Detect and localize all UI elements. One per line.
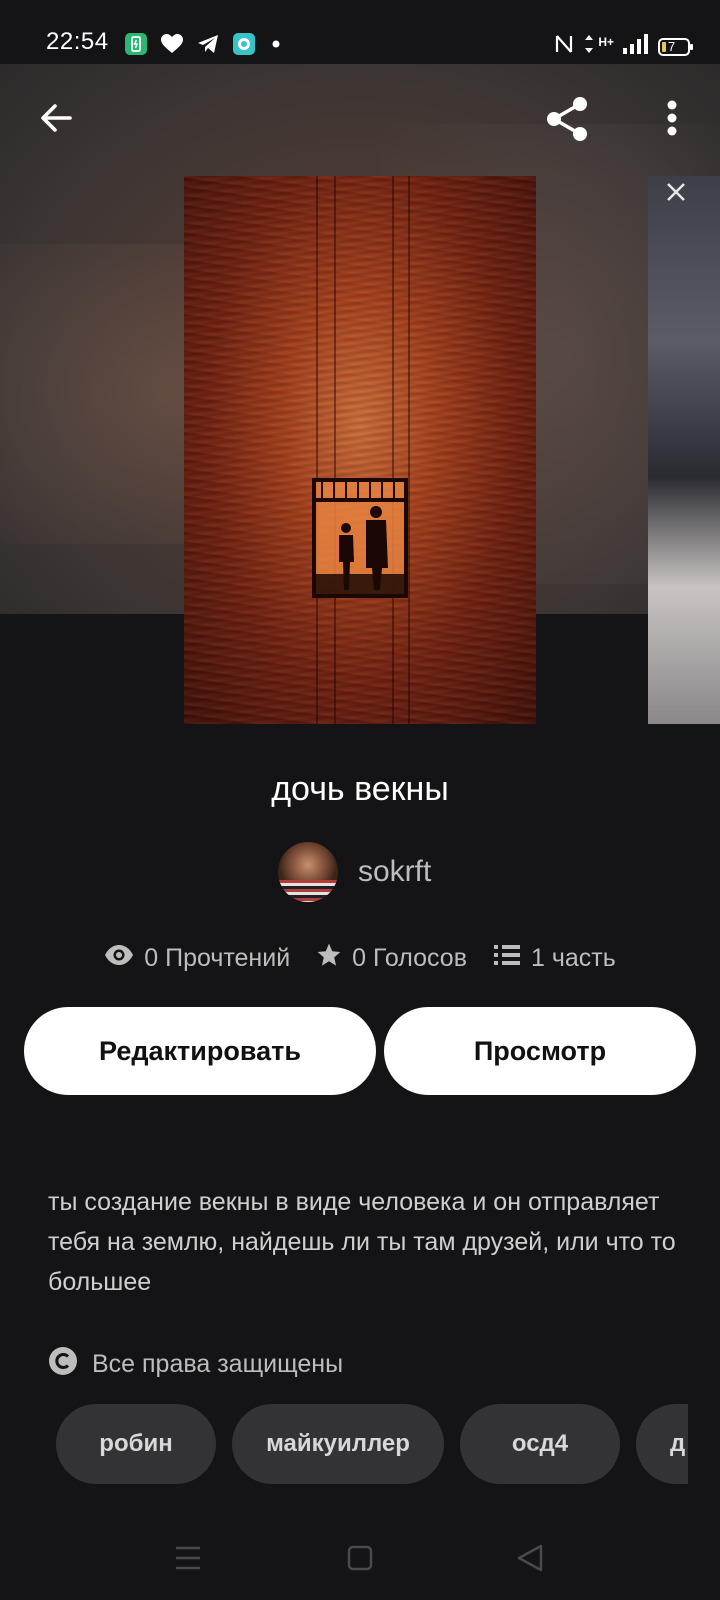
copyright-row: Все права защищены bbox=[48, 1346, 343, 1383]
recents-icon bbox=[174, 1545, 202, 1576]
more-options-button[interactable] bbox=[650, 96, 694, 144]
share-button[interactable] bbox=[540, 94, 594, 148]
status-time: 22:54 bbox=[46, 28, 109, 55]
battery-saver-icon bbox=[124, 32, 148, 56]
story-stats: 0 Прочтений 0 Голосов 1 часть bbox=[0, 942, 720, 975]
list-icon bbox=[493, 943, 521, 974]
share-icon bbox=[542, 94, 592, 149]
battery-level: 7 bbox=[668, 38, 676, 54]
home-icon bbox=[347, 1545, 373, 1576]
nfc-icon bbox=[554, 32, 574, 61]
close-icon bbox=[664, 180, 688, 209]
copyright-text: Все права защищены bbox=[92, 1350, 344, 1378]
home-button[interactable] bbox=[340, 1540, 380, 1580]
status-right-icons: H+ 7 bbox=[554, 32, 694, 61]
view-button[interactable]: Просмотр bbox=[384, 1007, 696, 1095]
tag-chip[interactable]: д bbox=[636, 1404, 688, 1484]
back-arrow-icon bbox=[38, 100, 74, 141]
telegram-icon bbox=[196, 32, 220, 56]
tag-chip[interactable]: робин bbox=[56, 1404, 216, 1484]
votes-stat: 0 Голосов bbox=[316, 942, 467, 975]
back-triangle-icon bbox=[516, 1543, 544, 1578]
dot-icon bbox=[268, 32, 292, 56]
story-cover-image[interactable] bbox=[184, 176, 536, 724]
network-type-label: H+ bbox=[598, 34, 614, 49]
elevator-silhouette bbox=[312, 478, 408, 598]
back-button[interactable] bbox=[32, 96, 80, 144]
author-name[interactable]: sokrft bbox=[358, 855, 431, 889]
tags-scroller[interactable]: робин майкуиллер осд4 д bbox=[56, 1404, 688, 1486]
battery-icon: 7 bbox=[658, 37, 694, 57]
eye-icon bbox=[104, 944, 134, 973]
author-row[interactable]: sokrft bbox=[278, 842, 431, 902]
tag-chip[interactable]: майкуиллер bbox=[232, 1404, 444, 1484]
chat-app-icon bbox=[232, 32, 256, 56]
recents-button[interactable] bbox=[168, 1540, 208, 1580]
star-icon bbox=[316, 942, 342, 975]
parts-count: 1 часть bbox=[530, 944, 616, 972]
votes-count: 0 Голосов bbox=[352, 944, 467, 972]
more-vert-icon bbox=[666, 100, 678, 141]
story-description: ты создание векны в виде человека и он о… bbox=[48, 1188, 676, 1296]
copyright-icon bbox=[48, 1346, 78, 1383]
data-arrows-icon bbox=[582, 32, 596, 61]
parts-stat: 1 часть bbox=[493, 942, 616, 975]
next-cover-image[interactable] bbox=[648, 176, 720, 724]
story-title: дочь векны bbox=[271, 770, 449, 808]
nav-back-button[interactable] bbox=[510, 1540, 550, 1580]
status-bar: 22:54 H+ 7 bbox=[0, 0, 720, 64]
reads-count: 0 Прочтений bbox=[144, 944, 291, 972]
reads-stat: 0 Прочтений bbox=[104, 942, 290, 975]
avatar[interactable] bbox=[278, 842, 338, 902]
signal-icon bbox=[622, 32, 650, 61]
heart-icon bbox=[160, 32, 184, 56]
tag-chip[interactable]: осд4 bbox=[460, 1404, 620, 1484]
edit-button[interactable]: Редактировать bbox=[24, 1007, 376, 1095]
